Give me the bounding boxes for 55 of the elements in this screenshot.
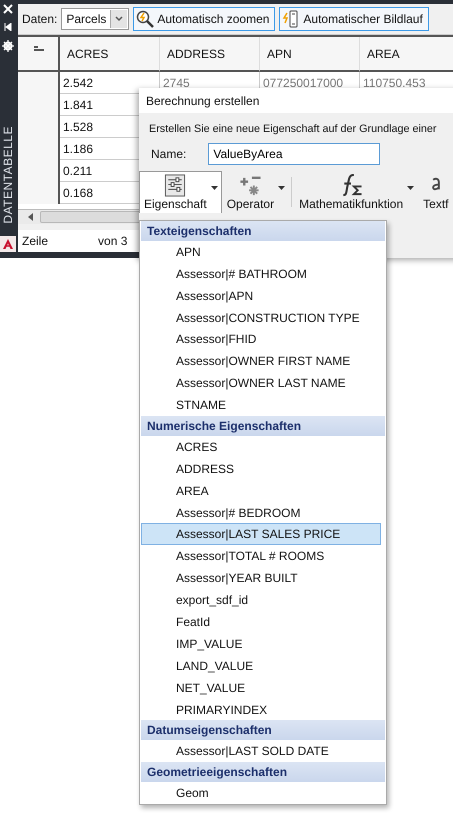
close-icon — [3, 4, 13, 14]
menu-item[interactable]: IMP_VALUE — [141, 632, 385, 655]
menu-item[interactable]: APN — [141, 240, 385, 263]
tool-button[interactable]: Operator — [222, 171, 290, 213]
menu-item[interactable]: PRIMARYINDEX — [141, 698, 385, 720]
menu-group-header: Datumseigenschaften — [141, 720, 385, 740]
row-header[interactable] — [18, 182, 60, 204]
menu-group-header: Geometrieeigenschaften — [141, 762, 385, 782]
tool-button[interactable]: Textf — [418, 171, 453, 213]
menu-item[interactable]: ACRES — [141, 436, 385, 458]
collapse-icon — [3, 22, 13, 32]
menu-item[interactable]: Assessor|OWNER FIRST NAME — [141, 350, 385, 372]
menu-item[interactable]: Assessor|TOTAL # ROOMS — [141, 545, 385, 568]
menu-item[interactable]: LAND_VALUE — [141, 654, 385, 677]
sort-icon — [34, 45, 44, 51]
column-header[interactable]: ACRES — [60, 37, 160, 72]
menu-item[interactable]: Assessor|FHID — [141, 328, 385, 350]
menu-group-header: Numerische Eigenschaften — [141, 416, 385, 436]
menu-item[interactable]: Assessor|# BATHROOM — [141, 262, 385, 285]
scroll-left-icon[interactable] — [26, 213, 36, 221]
menu-item[interactable]: AREA — [141, 480, 385, 502]
app-logo — [0, 236, 16, 252]
tool-button[interactable]: Eigenschaft — [139, 171, 222, 213]
menu-item[interactable]: Assessor|# BEDROOM — [141, 502, 385, 524]
column-header[interactable]: APN — [260, 37, 360, 72]
menu-item[interactable]: Assessor|APN — [141, 284, 385, 307]
menu-group-header: Texteigenschaften — [141, 221, 385, 241]
menu-item[interactable]: Geom — [141, 782, 385, 804]
column-header[interactable]: ADDRESS — [160, 37, 260, 72]
zoom-icon — [136, 10, 154, 28]
row-label: Zeile — [22, 234, 48, 248]
menu-item[interactable]: ADDRESS — [141, 458, 385, 480]
menu-item[interactable]: STNAME — [141, 394, 385, 416]
menu-item[interactable]: Assessor|CONSTRUCTION TYPE — [141, 306, 385, 328]
settings-icon — [2, 40, 14, 52]
data-source-dropdown[interactable]: Parcels — [61, 8, 130, 30]
data-label: Daten: — [22, 12, 58, 26]
tool-button[interactable]: Mathematikfunktion — [294, 171, 418, 213]
menu-item[interactable]: Assessor|LAST SOLD DATE — [141, 740, 385, 762]
sliders-icon — [163, 174, 188, 197]
menu-item[interactable]: export_sdf_id — [141, 589, 385, 612]
auto-zoom-button[interactable]: Automatisch zoomen — [133, 7, 276, 31]
row-count: von 3 — [98, 234, 128, 248]
row-header[interactable] — [18, 72, 60, 94]
column-header[interactable]: AREA — [360, 37, 453, 72]
palette-title: DATENTABELLE — [1, 126, 15, 224]
menu-item[interactable]: FeatId — [141, 611, 385, 633]
menu-item[interactable]: Assessor|YEAR BUILT — [141, 567, 385, 590]
dialog-title: Berechnung erstellen — [139, 88, 453, 113]
scroll-icon — [282, 10, 300, 28]
menu-item[interactable]: NET_VALUE — [141, 676, 385, 699]
auto-scroll-button[interactable]: Automatischer Bildlauf — [279, 7, 429, 31]
menu-item[interactable]: Assessor|OWNER LAST NAME — [141, 372, 385, 394]
menu-item[interactable]: Assessor|LAST SALES PRICE — [141, 523, 381, 546]
name-field[interactable]: ValueByArea — [208, 143, 380, 165]
